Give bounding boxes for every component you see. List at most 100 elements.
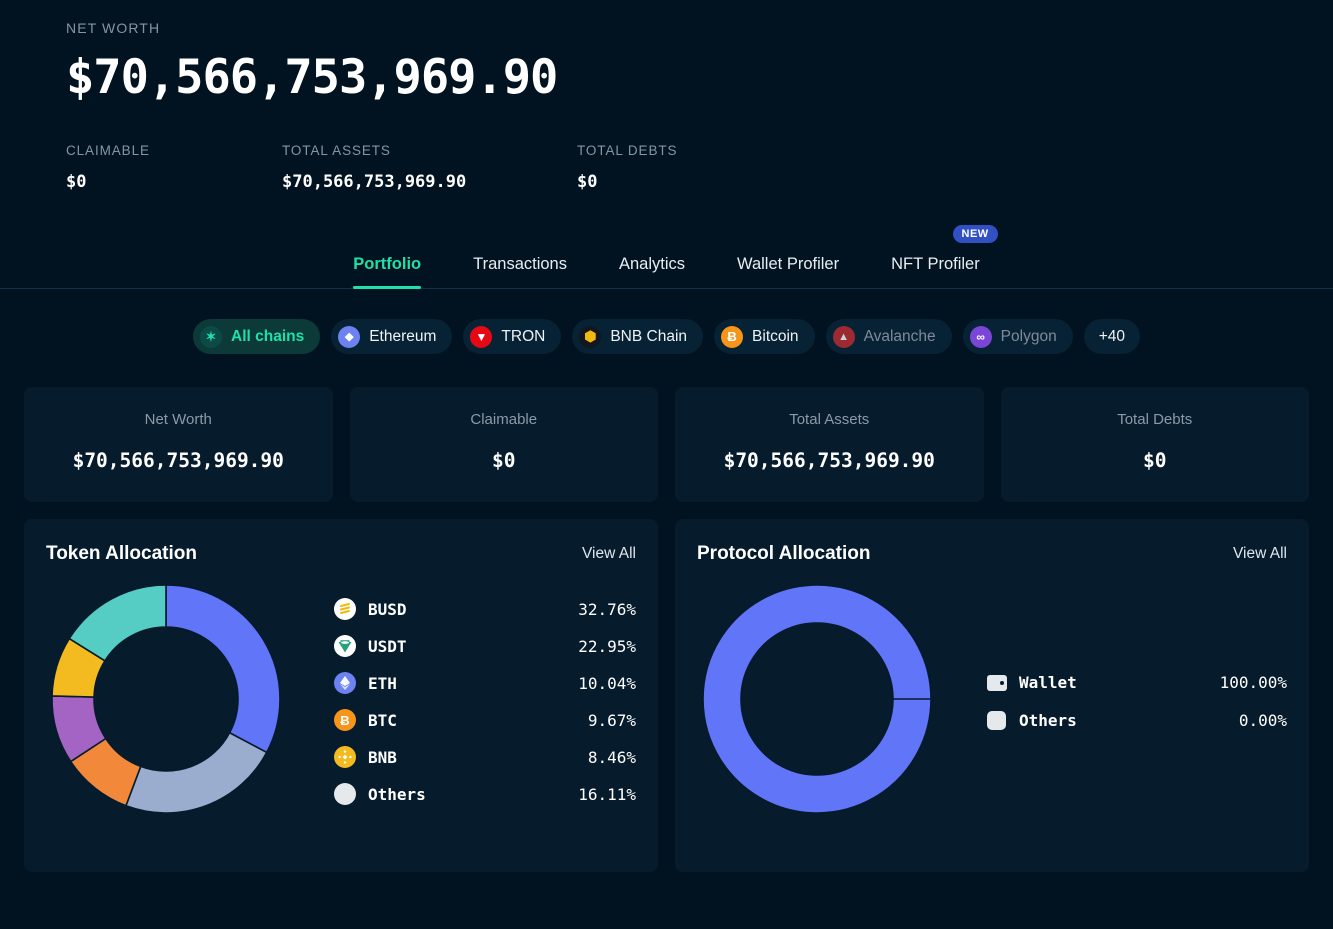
mini-stats-row: CLAIMABLE $0 TOTAL ASSETS $70,566,753,96… [66,143,1333,192]
sparkle-icon: ✶ [200,326,222,348]
mini-stat-label: TOTAL ASSETS [282,143,577,158]
token-donut-svg [46,579,286,819]
chain-chip-label: TRON [501,328,545,346]
protocol-allocation-panel: Protocol Allocation View All Wallet 100.… [675,519,1309,872]
bnb-icon [334,746,356,768]
legend-value: 32.76% [578,600,636,619]
tab-label: NFT Profiler [891,255,980,273]
allocation-panels: Token Allocation View All BUSD 32.76% [0,519,1333,872]
tab-label: Transactions [473,255,567,273]
chain-filter-bar: ✶ All chains ◆ Ethereum ▼ TRON ⬢ BNB Cha… [0,319,1333,354]
tab-portfolio[interactable]: Portfolio [327,255,447,288]
legend-item-bnb: BNB 8.46% [334,739,636,776]
legend-label: BTC [368,711,397,730]
protocol-allocation-view-all-link[interactable]: View All [1233,545,1287,563]
chain-chip-ethereum[interactable]: ◆ Ethereum [331,319,452,354]
legend-value: 9.67% [588,711,636,730]
mini-stat-total-assets: TOTAL ASSETS $70,566,753,969.90 [282,143,577,192]
net-worth-summary: NET WORTH $70,566,753,969.90 CLAIMABLE $… [0,0,1333,192]
avalanche-icon: ▲ [833,326,855,348]
token-allocation-donut-chart [46,579,286,824]
tab-label: Wallet Profiler [737,255,839,273]
legend-item-usdt: USDT 22.95% [334,628,636,665]
legend-label: ETH [368,674,397,693]
legend-value: 8.46% [588,748,636,767]
bitcoin-icon: Ƀ [334,709,356,731]
token-allocation-header: Token Allocation View All [46,543,636,565]
legend-value: 10.04% [578,674,636,693]
chain-chip-tron[interactable]: ▼ TRON [463,319,561,354]
others-icon [987,711,1006,730]
legend-label: Others [368,785,426,804]
portfolio-stat-cards: Net Worth $70,566,753,969.90 Claimable $… [0,387,1333,502]
legend-item-others: Others 0.00% [987,702,1287,740]
legend-item-btc: Ƀ BTC 9.67% [334,702,636,739]
chain-chip-more[interactable]: +40 [1084,319,1140,354]
stat-card-claimable: Claimable $0 [350,387,659,502]
legend-label: Wallet [1019,673,1077,692]
usdt-icon [334,635,356,657]
mini-stat-claimable: CLAIMABLE $0 [66,143,282,192]
legend-value: 0.00% [1239,711,1287,730]
new-badge: NEW [953,225,998,243]
legend-item-eth: ETH 10.04% [334,665,636,702]
mini-stat-value: $0 [66,172,282,192]
protocol-allocation-legend: Wallet 100.00% Others 0.00% [987,664,1287,740]
tab-nft-profiler[interactable]: NEW NFT Profiler [865,255,1006,288]
polygon-icon: ∞ [970,326,992,348]
legend-item-wallet: Wallet 100.00% [987,664,1287,702]
wallet-icon [987,675,1007,691]
stat-card-label: Claimable [350,411,659,428]
mini-stat-total-debts: TOTAL DEBTS $0 [577,143,677,192]
legend-label: BUSD [368,600,407,619]
legend-item-others: Others 16.11% [334,776,636,813]
donut-slice [703,585,931,813]
token-allocation-view-all-link[interactable]: View All [582,545,636,563]
panel-title: Protocol Allocation [697,543,870,565]
stat-card-label: Total Debts [1001,411,1310,428]
donut-slice [126,733,267,813]
main-tabbar: Portfolio Transactions Analytics Wallet … [0,238,1333,289]
chain-chip-label: +40 [1099,328,1125,346]
others-icon [334,783,356,805]
tab-transactions[interactable]: Transactions [447,255,593,288]
legend-value: 22.95% [578,637,636,656]
busd-icon [334,598,356,620]
stat-card-total-debts: Total Debts $0 [1001,387,1310,502]
chain-chip-polygon[interactable]: ∞ Polygon [963,319,1073,354]
mini-stat-label: TOTAL DEBTS [577,143,677,158]
tab-analytics[interactable]: Analytics [593,255,711,288]
chain-chip-bitcoin[interactable]: Ƀ Bitcoin [714,319,815,354]
legend-value: 100.00% [1220,673,1287,692]
stat-card-label: Total Assets [675,411,984,428]
stat-card-value: $0 [350,449,659,472]
bitcoin-icon: Ƀ [721,326,743,348]
chain-chip-label: Polygon [1001,328,1057,346]
legend-label: USDT [368,637,407,656]
protocol-allocation-header: Protocol Allocation View All [697,543,1287,565]
chain-chip-bnb-chain[interactable]: ⬢ BNB Chain [572,319,703,354]
net-worth-value: $70,566,753,969.90 [66,50,1333,105]
chain-chip-avalanche[interactable]: ▲ Avalanche [826,319,952,354]
stat-card-value: $0 [1001,449,1310,472]
tab-label: Portfolio [353,255,421,273]
chain-chip-all-chains[interactable]: ✶ All chains [193,319,320,354]
legend-item-busd: BUSD 32.76% [334,591,636,628]
token-allocation-legend: BUSD 32.76% USDT 22.95% ETH 10.04% [334,591,636,813]
stat-card-value: $70,566,753,969.90 [24,449,333,472]
token-allocation-panel: Token Allocation View All BUSD 32.76% [24,519,658,872]
chain-chip-label: Ethereum [369,328,436,346]
tab-wallet-profiler[interactable]: Wallet Profiler [711,255,865,288]
chain-chip-label: All chains [231,328,304,346]
stat-card-label: Net Worth [24,411,333,428]
donut-slice [166,585,280,752]
mini-stat-value: $0 [577,172,677,192]
ethereum-icon: ◆ [338,326,360,348]
stat-card-value: $70,566,753,969.90 [675,449,984,472]
chain-chip-label: Avalanche [864,328,936,346]
net-worth-label: NET WORTH [66,20,1333,36]
legend-value: 16.11% [578,785,636,804]
stat-card-net-worth: Net Worth $70,566,753,969.90 [24,387,333,502]
bnb-chain-icon: ⬢ [579,326,601,348]
chain-chip-label: BNB Chain [610,328,687,346]
